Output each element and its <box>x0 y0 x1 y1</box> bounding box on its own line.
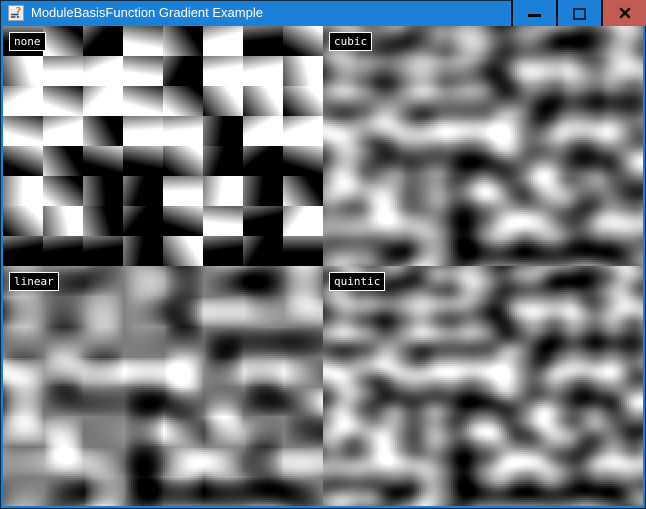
noise-label-linear: linear <box>9 272 59 291</box>
close-button[interactable] <box>601 0 646 26</box>
noise-panel-cubic: cubic <box>323 26 643 266</box>
maximize-button[interactable] <box>556 0 601 26</box>
noise-panel-linear: linear <box>3 266 323 506</box>
window-controls <box>511 0 646 26</box>
canvas-area: none cubic linear quintic <box>3 26 643 506</box>
window-title: ModuleBasisFunction Gradient Example <box>31 0 511 26</box>
java-coffee-cup-icon <box>8 5 24 21</box>
noise-canvas-none <box>3 26 323 266</box>
noise-canvas-linear <box>3 266 323 506</box>
noise-canvas-quintic <box>323 266 643 506</box>
noise-label-none: none <box>9 32 46 51</box>
app-window: ModuleBasisFunction Gradient Example non… <box>0 0 646 509</box>
noise-panel-none: none <box>3 26 323 266</box>
close-icon <box>619 7 631 19</box>
minimize-icon <box>528 14 541 17</box>
noise-canvas-cubic <box>323 26 643 266</box>
noise-label-cubic: cubic <box>329 32 372 51</box>
noise-panel-quintic: quintic <box>323 266 643 506</box>
minimize-button[interactable] <box>511 0 556 26</box>
titlebar[interactable]: ModuleBasisFunction Gradient Example <box>0 0 646 26</box>
maximize-icon <box>573 8 586 20</box>
noise-label-quintic: quintic <box>329 272 385 291</box>
